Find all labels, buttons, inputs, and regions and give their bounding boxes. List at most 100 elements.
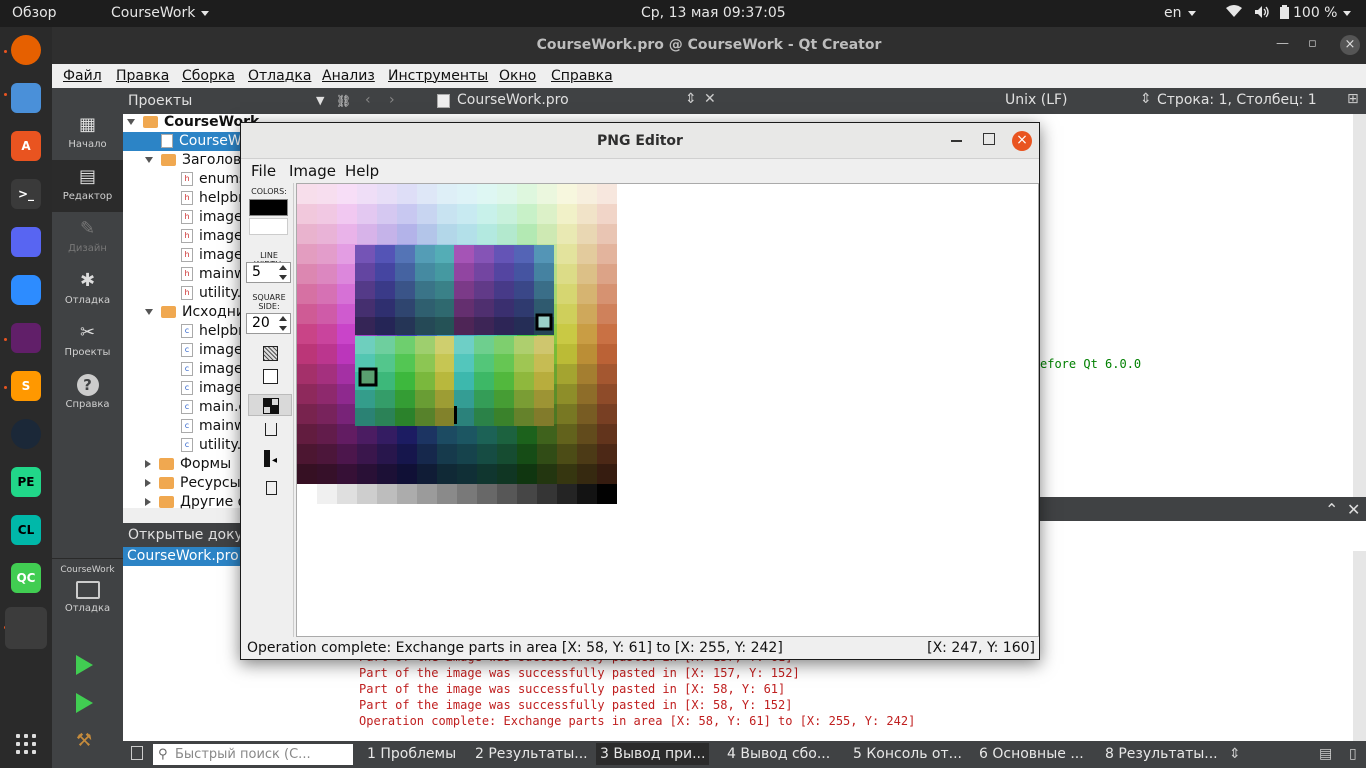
mode-debug[interactable]: ✱ Отладка [52,264,123,316]
line-width-spinbox[interactable]: 5 [246,262,291,283]
close-pane-icon[interactable]: ✕ [1347,500,1360,519]
secondary-color-swatch[interactable] [249,218,288,235]
close-document-icon[interactable]: ✕ [704,91,716,107]
minimize-icon[interactable] [951,133,963,145]
mode-projects[interactable]: ✂ Проекты [52,316,123,368]
filled-square-tool[interactable] [248,343,292,365]
tab-app-output[interactable]: 3 Вывод при... [596,743,710,765]
square-tool[interactable] [248,366,292,388]
tab-test-results[interactable]: 8 Результаты... [1105,746,1218,762]
activities-button[interactable]: Обзор [12,5,57,21]
file-switch-icon[interactable]: ⇕ [685,91,697,107]
palette-image[interactable] [297,184,1038,636]
menu-analyze[interactable]: Анализ [322,68,375,84]
sublime-icon[interactable]: S [11,371,41,401]
pycharm-icon[interactable]: PE [11,467,41,497]
tree-item-folder[interactable]: Ресурсы [145,474,241,493]
line-ending-switch-icon[interactable]: ⇕ [1140,91,1152,107]
spin-down-icon[interactable] [279,326,287,331]
rotate-tool[interactable] [248,420,292,442]
editor-file-name[interactable]: CourseWork.pro [457,92,569,108]
app-menu[interactable]: CourseWork [111,5,210,21]
png-editor-app-icon[interactable] [5,607,47,649]
link-icon[interactable]: ⛓ [336,88,351,114]
close-button[interactable]: × [1012,131,1032,151]
output-scrollbar[interactable] [1353,551,1366,741]
palette-cell [397,444,417,464]
line-ending-selector[interactable]: Unix (LF) [1005,92,1068,108]
menu-debug[interactable]: Отладка [248,68,311,84]
square-outline-icon [263,369,278,384]
more-tabs-icon[interactable]: ⇕ [1229,746,1241,762]
run-icon[interactable] [76,655,93,675]
locator-input[interactable]: ⚲ Быстрый поиск (С... [153,744,353,765]
spin-down-icon[interactable] [279,275,287,280]
maximize-icon[interactable] [983,133,995,145]
image-canvas[interactable] [296,183,1039,637]
editor-scrollbar[interactable] [1353,114,1366,497]
menu-tools[interactable]: Инструменты [388,68,488,84]
qtcreator-icon[interactable]: QC [11,563,41,593]
projects-pane-title[interactable]: Проекты [128,88,192,114]
slack-icon[interactable] [11,323,41,353]
spin-up-icon[interactable] [279,265,287,270]
exchanged-cell [355,245,375,263]
clion-icon[interactable]: CL [11,515,41,545]
mode-help[interactable]: ? Справка [52,368,123,420]
mode-design[interactable]: ✎ Дизайн [52,212,123,264]
files-icon[interactable] [11,83,41,113]
minimize-icon[interactable]: — [1276,36,1289,51]
close-icon[interactable]: × [1340,35,1360,55]
tab-compile-output[interactable]: 4 Вывод сбо... [727,746,830,762]
tab-issues[interactable]: 1 Проблемы [367,746,456,762]
filter-icon[interactable]: ▼ [316,88,324,114]
menu-image[interactable]: Image [289,162,336,180]
volume-icon[interactable] [1254,5,1270,23]
wifi-icon[interactable] [1226,5,1242,22]
terminal-icon[interactable]: >_ [11,179,41,209]
language-indicator[interactable]: en [1164,5,1196,21]
menu-help[interactable]: Help [345,162,379,180]
kit-selector[interactable]: CourseWork Отладка [52,563,123,633]
tree-item-folder[interactable]: Формы [145,455,231,474]
battery-level[interactable]: 100 % [1293,5,1352,21]
split-output-icon[interactable]: ▯ [1349,746,1357,762]
gray-cell [357,484,377,504]
primary-color-swatch[interactable] [249,199,288,216]
exchange-tool[interactable] [248,394,292,416]
maximize-pane-icon[interactable]: ⌃ [1325,500,1338,519]
menu-help[interactable]: Справка [551,68,613,84]
forward-icon[interactable]: › [389,92,395,108]
mode-editor[interactable]: ▤ Редактор [52,160,123,212]
firefox-icon[interactable] [11,35,41,65]
software-icon[interactable]: A [11,131,41,161]
debug-run-icon[interactable] [76,693,93,713]
progress-toggle-icon[interactable]: ▤ [1319,746,1332,762]
build-hammer-icon[interactable]: ⚒ [76,730,96,751]
mode-welcome[interactable]: ▦ Начало [52,108,123,160]
paste-tool[interactable] [248,479,292,501]
cursor-position[interactable]: Строка: 1, Столбец: 1 [1157,92,1317,108]
restore-icon[interactable]: ▫ [1308,36,1317,51]
copy-tool[interactable]: ◂ [248,449,292,471]
square-side-spinbox[interactable]: 20 [246,313,291,334]
show-apps-icon[interactable] [16,734,36,754]
tab-general-messages[interactable]: 6 Основные ... [979,746,1084,762]
split-icon[interactable]: ⊞ [1347,91,1359,107]
zoom-icon[interactable] [11,275,41,305]
menu-window[interactable]: Окно [499,68,536,84]
tab-search-results[interactable]: 2 Результаты... [475,746,588,762]
tab-debugger-console[interactable]: 5 Консоль от... [853,746,962,762]
discord-icon[interactable] [11,227,41,257]
spin-up-icon[interactable] [279,316,287,321]
steam-icon[interactable] [11,419,41,449]
sidebar-toggle-icon[interactable] [131,746,143,760]
menu-file[interactable]: Файл [63,68,102,84]
menu-edit[interactable]: Правка [116,68,169,84]
menu-file[interactable]: File [251,162,276,180]
menu-build[interactable]: Сборка [182,68,235,84]
battery-icon[interactable] [1280,5,1289,23]
clock[interactable]: Ср, 13 мая 09:37:05 [641,5,786,21]
back-icon[interactable]: ‹ [365,92,371,108]
mode-label: Отладка [64,295,111,306]
